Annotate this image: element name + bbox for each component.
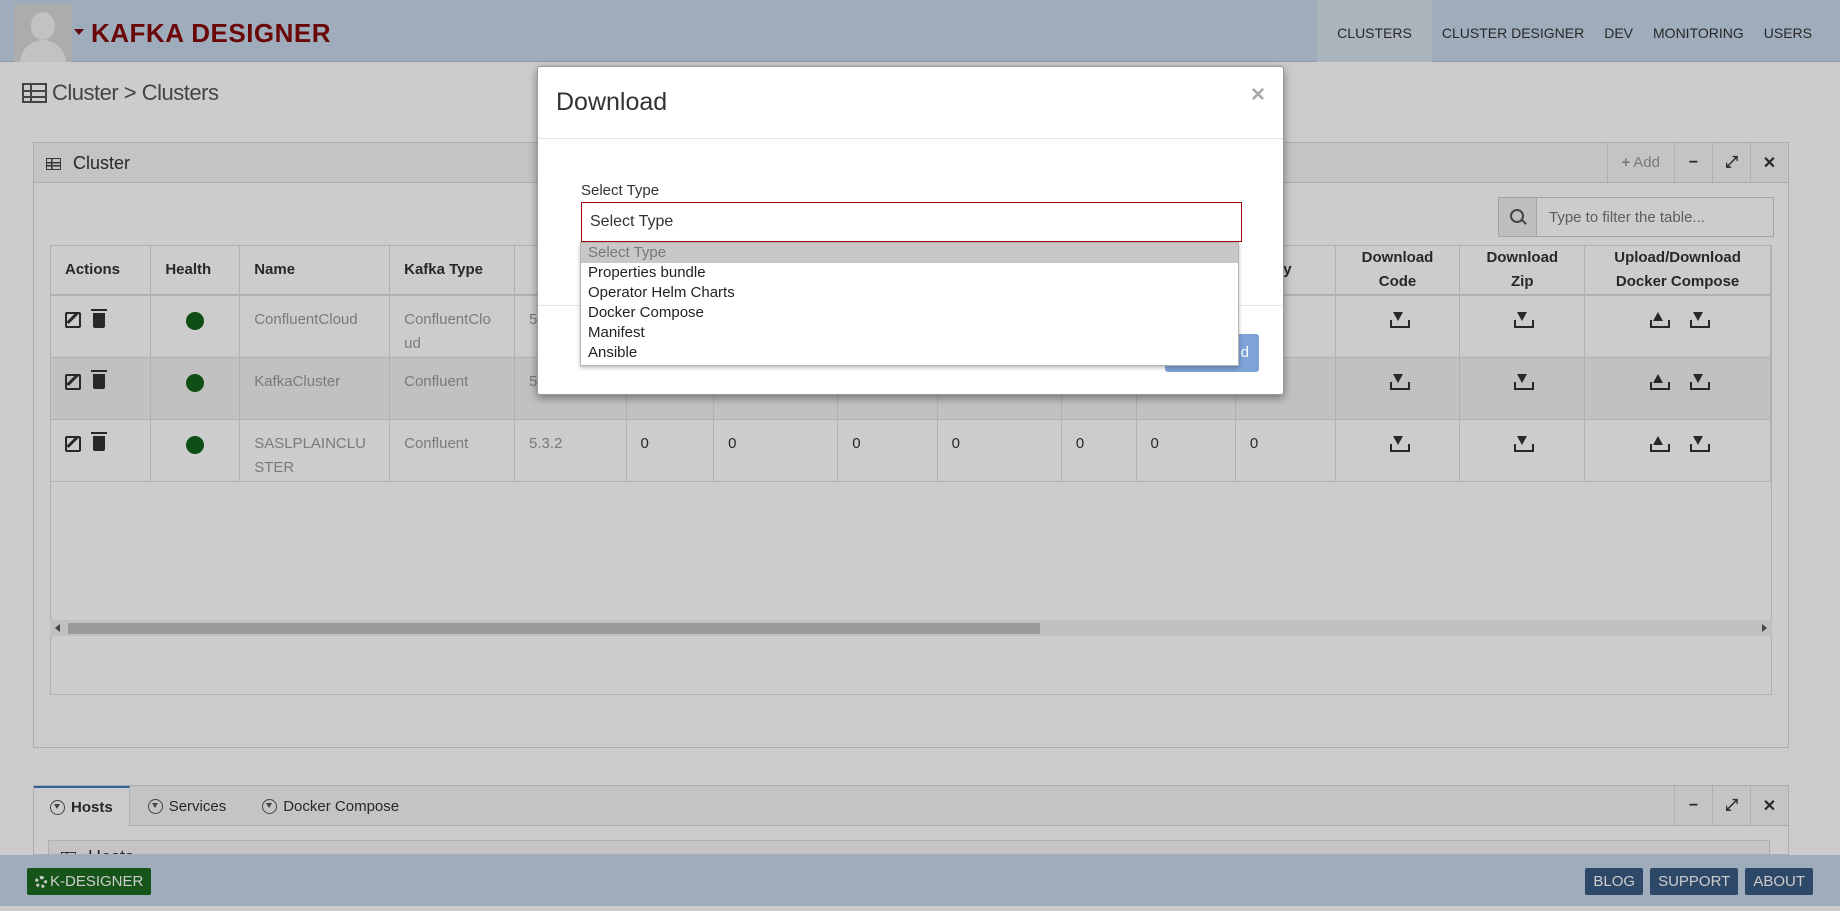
- modal-title: Download: [556, 88, 668, 116]
- modal-header: Download ×: [538, 67, 1283, 139]
- select-type-options: Select Type Properties bundle Operator H…: [580, 242, 1239, 366]
- option-properties-bundle[interactable]: Properties bundle: [581, 263, 1238, 283]
- option-select-type[interactable]: Select Type: [581, 243, 1238, 263]
- option-docker-compose[interactable]: Docker Compose: [581, 303, 1238, 323]
- select-type-dropdown[interactable]: Select Type: [581, 202, 1242, 242]
- option-ansible[interactable]: Ansible: [581, 343, 1238, 363]
- option-manifest[interactable]: Manifest: [581, 323, 1238, 343]
- option-operator-helm-charts[interactable]: Operator Helm Charts: [581, 283, 1238, 303]
- close-icon[interactable]: ×: [1251, 81, 1265, 109]
- select-type-label: Select Type: [581, 182, 660, 199]
